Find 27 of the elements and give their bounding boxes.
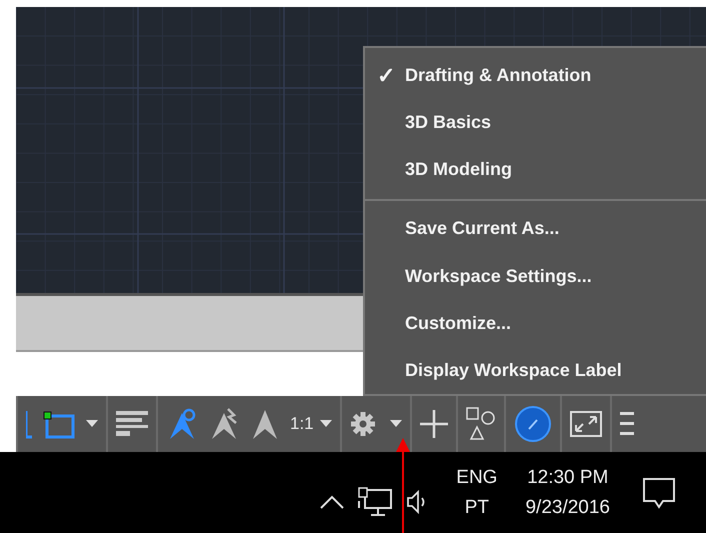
snap-icon[interactable]	[42, 409, 76, 439]
dropdown-caret-icon[interactable]	[86, 420, 98, 428]
check-icon: ✓	[377, 62, 395, 89]
lineweight-icon[interactable]	[116, 411, 148, 437]
menu-icon[interactable]	[620, 411, 634, 437]
menu-item[interactable]: Save Current As...	[365, 205, 706, 253]
gauge-icon[interactable]	[514, 405, 552, 443]
scale-dropdown[interactable]: 1:1	[290, 414, 332, 434]
language-indicator[interactable]: ENG	[456, 466, 498, 488]
clock-date[interactable]: 9/23/2016	[525, 496, 610, 518]
menu-item[interactable]: ✓ Drafting & Annotation	[365, 52, 706, 100]
dropdown-caret-icon[interactable]	[390, 420, 402, 428]
menu-item[interactable]: Display Workspace Label	[365, 346, 706, 394]
clock-time[interactable]: 12:30 PM	[527, 466, 608, 488]
notifications-icon[interactable]	[642, 476, 676, 508]
menu-item[interactable]: Workspace Settings...	[365, 252, 706, 300]
shapes-icon[interactable]	[466, 407, 496, 441]
plus-icon[interactable]	[420, 410, 448, 438]
fullscreen-icon[interactable]	[570, 411, 602, 437]
network-icon[interactable]	[358, 486, 392, 516]
menu-item[interactable]: 3D Modeling	[365, 146, 706, 194]
menu-item[interactable]: Customize...	[365, 300, 706, 347]
keyboard-layout[interactable]: PT	[464, 496, 490, 518]
settings-icon[interactable]	[350, 411, 376, 437]
menu-item[interactable]: 3D Basics	[365, 99, 706, 146]
dropdown-caret-icon[interactable]	[320, 420, 332, 428]
chevron-up-icon[interactable]	[320, 494, 344, 508]
